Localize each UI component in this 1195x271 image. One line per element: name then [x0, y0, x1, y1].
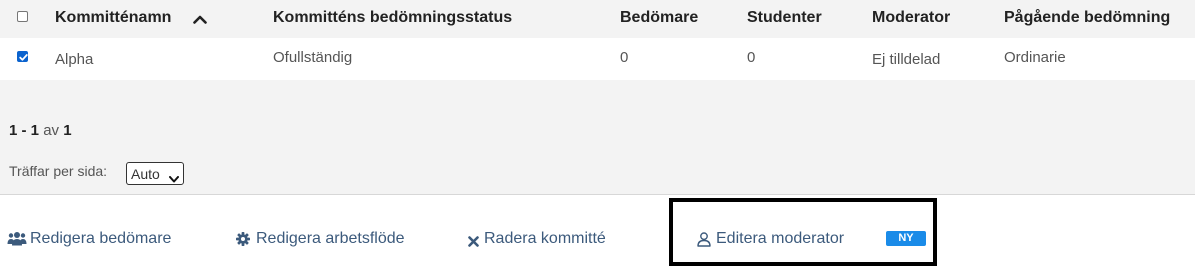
per-page-label: Träffar per sida:: [9, 163, 108, 179]
edit-workflow-label: Redigera arbetsflöde: [256, 230, 405, 247]
pagination-total: 1: [63, 122, 72, 139]
pagination-of-label: av: [43, 122, 60, 139]
chevron-up-icon[interactable]: [193, 11, 207, 29]
cell-committee-name: Alpha: [55, 51, 94, 68]
gear-icon: [236, 232, 250, 251]
action-bar: Redigera bedömare Redigera arbetsflöde R…: [0, 195, 1195, 271]
cell-moderator: Ej tilldelad: [872, 51, 941, 68]
delete-committee-label: Radera kommitté: [484, 230, 606, 247]
row-checkbox[interactable]: [17, 51, 28, 62]
column-header-ongoing-assessment[interactable]: Pågående bedömning: [1004, 9, 1170, 27]
close-icon: [468, 234, 479, 252]
column-header-status[interactable]: Kommitténs bedömningsstatus: [273, 9, 512, 27]
pagination-range: 1 - 1: [9, 122, 40, 139]
per-page-selected-value: Auto: [131, 166, 160, 182]
cell-students: 0: [747, 49, 756, 66]
chevron-down-icon: [169, 170, 179, 188]
pagination-summary: 1 - 1 av 1: [9, 122, 72, 139]
column-header-students[interactable]: Studenter: [747, 9, 822, 27]
cell-assessors: 0: [620, 49, 629, 66]
table-row[interactable]: Alpha Ofullständig 0 0 Ej tilldelad Ordi…: [0, 38, 1195, 80]
column-header-moderator[interactable]: Moderator: [872, 9, 950, 27]
cell-status: Ofullständig: [273, 49, 353, 66]
column-header-committee-name[interactable]: Kommitténamn: [55, 9, 171, 27]
users-icon: [7, 232, 27, 251]
select-all-checkbox[interactable]: [17, 11, 28, 22]
new-badge: NY: [886, 231, 926, 246]
cell-ongoing-assessment: Ordinarie: [1004, 49, 1066, 66]
table-header-row: Kommitténamn Kommitténs bedömningsstatus…: [0, 0, 1195, 38]
user-icon: [697, 232, 711, 252]
edit-assessors-label: Redigera bedömare: [30, 230, 172, 247]
per-page-select[interactable]: Auto: [126, 162, 184, 185]
column-header-assessors[interactable]: Bedömare: [620, 9, 698, 27]
edit-moderator-label: Editera moderator: [716, 230, 845, 247]
